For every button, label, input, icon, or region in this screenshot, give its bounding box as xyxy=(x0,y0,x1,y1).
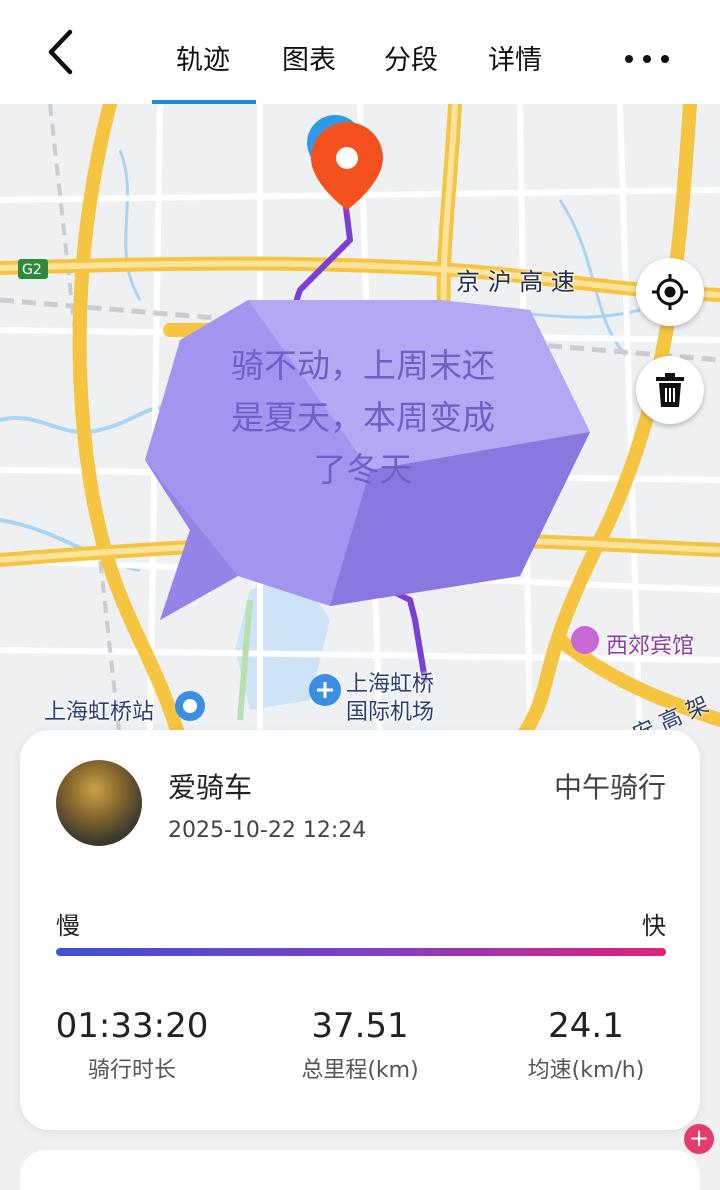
stat-avg-speed: 24.1 均速(km/h) xyxy=(486,1006,686,1084)
g2-badge-label: G2 xyxy=(22,262,42,278)
bottom-sheet-peek[interactable] xyxy=(20,1150,700,1190)
stat-avg-speed-label: 均速(km/h) xyxy=(527,1058,645,1083)
username: 爱骑车 xyxy=(168,771,253,804)
stat-distance: 37.51 总里程(km) xyxy=(260,1006,460,1084)
delete-button[interactable] xyxy=(636,356,704,424)
stat-avg-speed-value: 24.1 xyxy=(548,1006,624,1046)
speed-legend-fast: 快 xyxy=(642,912,666,940)
tab-track[interactable]: 轨迹 xyxy=(176,38,230,77)
ride-summary-card: 爱骑车 2025-10-22 12:24 中午骑行 慢 快 01:33:20 骑… xyxy=(20,730,700,1130)
stat-distance-label: 总里程(km) xyxy=(301,1058,419,1083)
speed-gradient-bar xyxy=(56,948,666,956)
stat-duration-label: 骑行时长 xyxy=(87,1058,176,1083)
stat-duration: 01:33:20 骑行时长 xyxy=(32,1006,232,1084)
top-nav-bar: 轨迹 图表 分段 详情 xyxy=(0,0,720,104)
back-button[interactable] xyxy=(36,22,86,82)
airport-label-line2: 国际机场 xyxy=(346,700,435,725)
plus-badge-icon[interactable]: + xyxy=(684,1124,714,1154)
activity-title: 中午骑行 xyxy=(553,771,666,804)
more-options-button[interactable] xyxy=(612,44,682,74)
trash-icon xyxy=(656,373,684,407)
tab-details[interactable]: 详情 xyxy=(488,38,542,77)
hotel-label: 西郊宾馆 xyxy=(606,634,695,659)
speech-bubble-text: 骑不动，上周末还是夏天，本周变成了冬天 xyxy=(231,346,495,489)
avatar[interactable] xyxy=(56,760,142,846)
station-label: 上海虹桥站 xyxy=(44,700,155,725)
expressway-label: 京 沪 高 速 xyxy=(456,268,575,296)
tab-chart[interactable]: 图表 xyxy=(282,38,336,77)
more-dots-icon xyxy=(625,55,633,63)
locate-icon xyxy=(652,274,688,310)
more-dot xyxy=(643,55,651,63)
tab-segments[interactable]: 分段 xyxy=(384,38,438,77)
stat-duration-value: 01:33:20 xyxy=(55,1006,209,1046)
active-tab-indicator xyxy=(152,100,256,104)
more-dot xyxy=(661,55,669,63)
speed-legend-slow: 慢 xyxy=(56,912,80,940)
stat-distance-value: 37.51 xyxy=(311,1006,409,1046)
hotel-poi-marker xyxy=(571,626,599,654)
ride-datetime: 2025-10-22 12:24 xyxy=(168,818,367,843)
chevron-left-icon xyxy=(48,29,73,75)
locate-button[interactable] xyxy=(636,258,704,326)
